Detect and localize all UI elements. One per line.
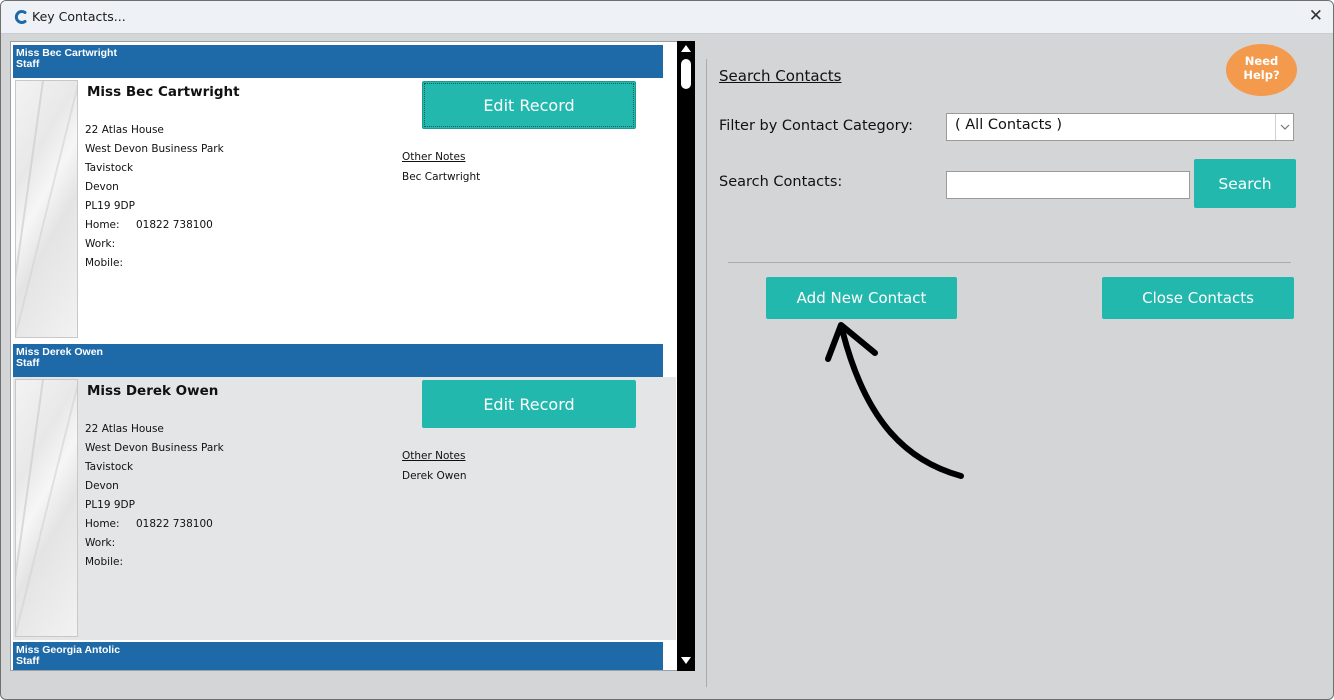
scroll-up-icon[interactable]	[681, 45, 691, 52]
contact-photo-placeholder	[15, 379, 78, 637]
edit-record-button[interactable]: Edit Record	[422, 81, 636, 129]
address-line: Devon	[85, 480, 119, 492]
scroll-down-icon[interactable]	[681, 657, 691, 664]
work-label: Work:	[85, 537, 116, 549]
contact-name: Miss Derek Owen	[87, 383, 219, 399]
close-icon[interactable]: ✕	[1309, 6, 1323, 26]
record-body: Miss Derek Owen 22 Atlas House West Devo…	[13, 377, 676, 640]
need-help-button[interactable]: Need Help?	[1226, 44, 1297, 96]
address-line: PL19 9DP	[85, 499, 135, 511]
search-section-title: Search Contacts	[719, 67, 842, 85]
other-notes-value: Derek Owen	[402, 470, 467, 482]
filter-category-select[interactable]: ( All Contacts )	[946, 113, 1294, 141]
record-header-name: Miss Derek Owen	[16, 346, 103, 358]
curved-arrow-icon	[825, 322, 964, 479]
help-line: Help?	[1243, 68, 1280, 82]
panel-divider	[706, 59, 707, 687]
list-scrollbar[interactable]	[677, 41, 695, 671]
address-line: West Devon Business Park	[85, 143, 224, 155]
filter-category-label: Filter by Contact Category:	[719, 118, 914, 134]
address-line: West Devon Business Park	[85, 442, 224, 454]
search-button[interactable]: Search	[1194, 159, 1296, 208]
mobile-label: Mobile:	[85, 257, 123, 269]
record-header: Miss Georgia Antolic Staff	[13, 642, 663, 670]
search-input[interactable]	[946, 171, 1190, 199]
record-header-category: Staff	[16, 58, 40, 70]
close-contacts-button[interactable]: Close Contacts	[1102, 277, 1294, 319]
home-phone: 01822 738100	[136, 219, 213, 231]
address-line: Tavistock	[85, 162, 134, 174]
home-label: Home:	[85, 518, 120, 530]
record-header: Miss Derek Owen Staff	[13, 344, 663, 377]
filter-selected-value: ( All Contacts )	[955, 117, 1063, 133]
search-contacts-label: Search Contacts:	[719, 174, 843, 190]
address-line: Devon	[85, 181, 119, 193]
record-header-name: Miss Bec Cartwright	[16, 47, 117, 59]
contact-photo-placeholder	[15, 80, 78, 338]
edit-record-button[interactable]: Edit Record	[422, 380, 636, 428]
address-line: Tavistock	[85, 461, 134, 473]
record-header: Miss Bec Cartwright Staff	[13, 45, 663, 78]
section-divider	[728, 262, 1291, 263]
work-label: Work:	[85, 238, 116, 250]
other-notes-label: Other Notes	[402, 151, 466, 163]
key-contacts-window: Key Contacts... ✕ Miss Bec Cartwright St…	[0, 0, 1334, 700]
record-header-category: Staff	[16, 655, 40, 667]
home-phone: 01822 738100	[136, 518, 213, 530]
record-header-category: Staff	[16, 357, 40, 369]
help-line: Need	[1244, 54, 1279, 68]
mobile-label: Mobile:	[85, 556, 123, 568]
scroll-thumb[interactable]	[681, 59, 691, 89]
contact-list[interactable]: Miss Bec Cartwright Staff Miss Bec Cartw…	[10, 41, 678, 671]
title-bar: Key Contacts... ✕	[1, 1, 1333, 34]
contact-name: Miss Bec Cartwright	[87, 84, 240, 100]
c-logo-icon	[14, 10, 27, 24]
home-label: Home:	[85, 219, 120, 231]
window-title: Key Contacts...	[32, 9, 126, 24]
record-body: Miss Bec Cartwright 22 Atlas House West …	[13, 78, 676, 341]
address-line: 22 Atlas House	[85, 124, 164, 136]
record-header-name: Miss Georgia Antolic	[16, 644, 121, 656]
chevron-down-icon[interactable]	[1275, 114, 1293, 140]
address-line: PL19 9DP	[85, 200, 135, 212]
other-notes-label: Other Notes	[402, 450, 466, 462]
other-notes-value: Bec Cartwright	[402, 171, 481, 183]
address-line: 22 Atlas House	[85, 423, 164, 435]
